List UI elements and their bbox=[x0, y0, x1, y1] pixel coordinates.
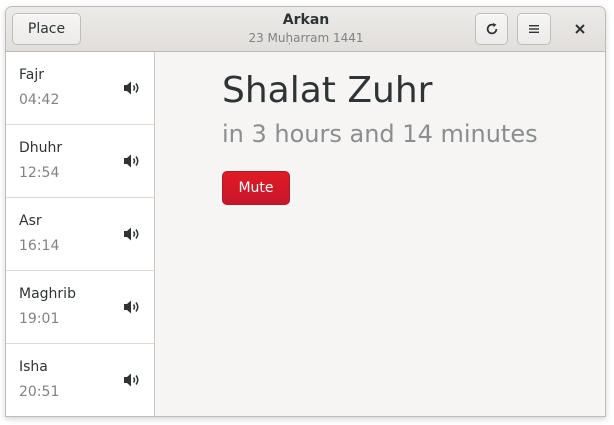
prayer-name: Dhuhr bbox=[19, 140, 63, 156]
speaker-icon[interactable] bbox=[123, 80, 141, 96]
prayer-name: Maghrib bbox=[19, 286, 76, 302]
close-button[interactable] bbox=[564, 13, 596, 45]
header-bar: Place Arkan 23 Muḥarram 1441 bbox=[6, 7, 605, 52]
place-button[interactable]: Place bbox=[12, 13, 81, 45]
reload-button[interactable] bbox=[475, 13, 508, 45]
speaker-icon[interactable] bbox=[123, 153, 141, 169]
prayer-name: Isha bbox=[19, 359, 48, 375]
speaker-icon[interactable] bbox=[123, 372, 141, 388]
prayer-time: 20:51 bbox=[19, 384, 60, 400]
prayer-row-fajr[interactable]: Fajr 04:42 bbox=[6, 52, 154, 125]
next-prayer-title: Shalat Zuhr bbox=[222, 70, 433, 111]
hamburger-menu-icon bbox=[529, 25, 539, 33]
app-window: Place Arkan 23 Muḥarram 1441 Fajr 04:42 … bbox=[5, 6, 606, 417]
title-area: Arkan 23 Muḥarram 1441 bbox=[206, 10, 406, 46]
prayer-row-maghrib[interactable]: Maghrib 19:01 bbox=[6, 271, 154, 344]
prayer-row-dhuhr[interactable]: Dhuhr 12:54 bbox=[6, 125, 154, 198]
prayer-time: 19:01 bbox=[19, 311, 60, 327]
main-content: Shalat Zuhr in 3 hours and 14 minutes Mu… bbox=[156, 52, 605, 416]
speaker-icon[interactable] bbox=[123, 226, 141, 242]
countdown-text: in 3 hours and 14 minutes bbox=[222, 120, 538, 148]
window-title: Arkan bbox=[282, 12, 330, 28]
reload-icon bbox=[486, 22, 497, 35]
prayer-time: 16:14 bbox=[19, 238, 60, 254]
prayer-name: Asr bbox=[19, 213, 42, 229]
prayer-row-asr[interactable]: Asr 16:14 bbox=[6, 198, 154, 271]
prayer-name: Fajr bbox=[19, 67, 44, 83]
prayer-row-isha[interactable]: Isha 20:51 bbox=[6, 344, 154, 416]
close-icon bbox=[575, 24, 585, 34]
prayer-list: Fajr 04:42 Dhuhr 12:54 Asr 16:14 Maghrib… bbox=[6, 52, 155, 416]
speaker-icon[interactable] bbox=[123, 299, 141, 315]
prayer-time: 12:54 bbox=[19, 165, 60, 181]
prayer-time: 04:42 bbox=[19, 92, 60, 108]
mute-button[interactable]: Mute bbox=[222, 171, 290, 205]
hijri-date: 23 Muḥarram 1441 bbox=[248, 31, 364, 45]
menu-button[interactable] bbox=[517, 13, 551, 45]
